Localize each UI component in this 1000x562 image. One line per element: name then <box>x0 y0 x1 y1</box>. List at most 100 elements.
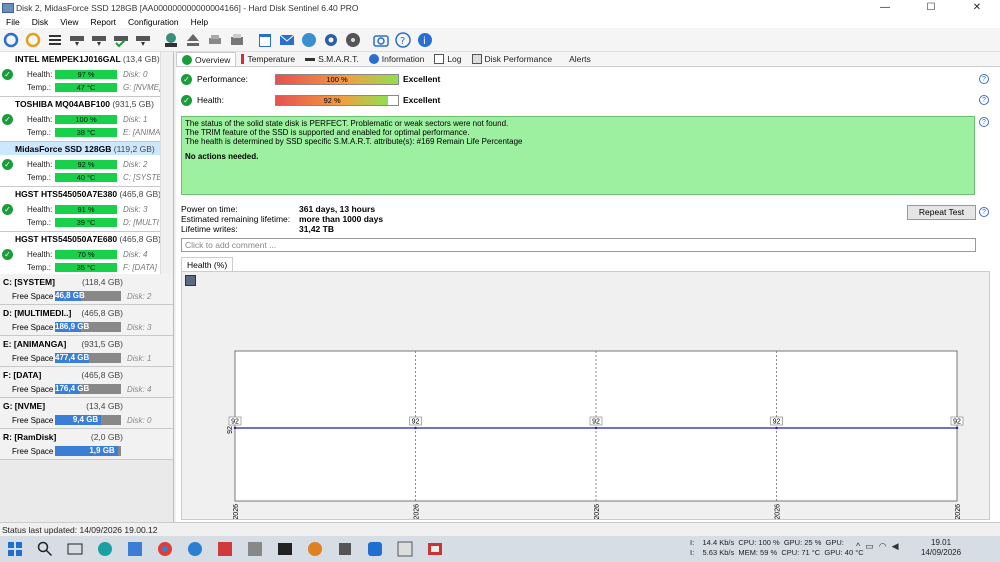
task-view-icon[interactable] <box>65 540 85 558</box>
menu-report[interactable]: Report <box>85 17 123 27</box>
help-icon[interactable]: ? <box>979 207 989 217</box>
volume-entry[interactable]: E: [ANIMANGA] (931,5 GB) Free Space 477,4 … <box>0 336 173 367</box>
clock[interactable]: 19.01 14/09/2026 <box>921 538 961 558</box>
refresh-icon[interactable] <box>2 31 20 49</box>
app-taskbar-icon[interactable] <box>305 540 325 558</box>
gear-icon[interactable] <box>322 31 340 49</box>
chrome-icon[interactable] <box>155 540 175 558</box>
minimize-button[interactable]: — <box>862 0 908 15</box>
calendar-icon[interactable] <box>256 31 274 49</box>
app-taskbar-icon[interactable] <box>365 540 385 558</box>
wifi-icon[interactable]: ◠ <box>879 541 887 552</box>
health-label: Health: <box>27 160 53 169</box>
disk-entry[interactable]: INTEL MEMPEK1J016GAL (13,4 GB) ✓ Health:… <box>0 52 160 97</box>
free-space-bar: 1,9 GB <box>55 446 121 456</box>
menu-help[interactable]: Help <box>185 17 214 27</box>
toolbar: ? i <box>0 28 1000 52</box>
temp-label: Temp.: <box>27 83 52 92</box>
close-button[interactable]: ✕ <box>954 0 1000 15</box>
tab-log[interactable]: Log <box>429 52 466 66</box>
app-taskbar-icon[interactable] <box>95 540 115 558</box>
disk-list: INTEL MEMPEK1J016GAL (13,4 GB) ✓ Health:… <box>0 52 160 274</box>
disk-entry[interactable]: HGST HTS545050A7E680 (465,8 GB) ✓ Health… <box>0 232 160 274</box>
tab-alerts[interactable]: Alerts <box>557 52 596 66</box>
disk-entry[interactable]: HGST HTS545050A7E380 (465,8 GB) ✓ Health… <box>0 187 160 232</box>
help-icon[interactable]: ? <box>394 31 412 49</box>
disk-index: Disk: 2 <box>123 160 148 169</box>
surface-test-icon[interactable] <box>90 31 108 49</box>
power-on-label: Power on time: <box>181 204 238 214</box>
disk-index: Disk: 0 <box>123 70 148 79</box>
comment-input[interactable]: Click to add comment ... <box>181 238 976 252</box>
smart-icon <box>305 57 316 61</box>
tab-overview[interactable]: Overview <box>176 52 237 66</box>
data-point <box>775 426 778 430</box>
hard-disk-sentinel-taskbar-icon[interactable] <box>425 540 445 558</box>
system-tray: ^ ▭ ◠ ◀ <box>856 541 899 552</box>
app-taskbar-icon[interactable] <box>215 540 235 558</box>
help-icon[interactable]: ? <box>979 95 989 105</box>
app-taskbar-icon[interactable] <box>335 540 355 558</box>
refresh-all-icon[interactable] <box>24 31 42 49</box>
info-icon <box>368 54 379 64</box>
volume-entry[interactable]: R: [RamDisk] (2,0 GB) Free Space 1,9 GB <box>0 429 173 460</box>
volume-entry[interactable]: D: [MULTIMEDI..] (465,8 GB) Free Space 186… <box>0 305 173 336</box>
status-bar: Status last updated: 14/09/2026 19.00.12 <box>0 522 1000 536</box>
windows-start-icon[interactable] <box>5 540 25 558</box>
email-icon[interactable] <box>278 31 296 49</box>
disk-test-icon[interactable] <box>68 31 86 49</box>
report-icon[interactable] <box>228 31 246 49</box>
tools-icon[interactable] <box>206 31 224 49</box>
tab-disk-performance[interactable]: Disk Performance <box>467 52 558 66</box>
help-icon[interactable]: ? <box>979 117 989 127</box>
alert-icon <box>562 54 566 64</box>
tab-smart[interactable]: S.M.A.R.T. <box>300 52 364 66</box>
cpu-temp: CPU: 71 °C <box>781 548 821 557</box>
app-taskbar-icon[interactable] <box>395 540 415 558</box>
repeat-test-button[interactable]: Repeat Test <box>907 205 976 220</box>
disk-entry-selected[interactable]: MidasForce SSD 128GB (119,2 GB) ✓ Health… <box>0 142 160 187</box>
disk-list-icon[interactable] <box>46 31 64 49</box>
chart-tab-health[interactable]: Health (%) <box>181 257 234 272</box>
volume-name: F: [DATA] <box>3 370 42 380</box>
app-taskbar-icon[interactable] <box>125 540 145 558</box>
info-icon[interactable]: i <box>416 31 434 49</box>
network-icon[interactable] <box>300 31 318 49</box>
eject-icon[interactable] <box>184 31 202 49</box>
camera-icon[interactable] <box>372 31 390 49</box>
terminal-icon[interactable] <box>275 540 295 558</box>
volume-entry[interactable]: G: [NVME] (13,4 GB) Free Space 9,4 GB Disk:… <box>0 398 173 429</box>
app-icon <box>2 2 14 13</box>
check-disk-icon[interactable] <box>112 31 130 49</box>
help-icon[interactable]: ? <box>979 74 989 84</box>
disk-list-scrollbar[interactable] <box>160 52 173 274</box>
search-icon[interactable] <box>35 540 55 558</box>
menu-file[interactable]: File <box>0 17 26 27</box>
menu-disk[interactable]: Disk <box>26 17 55 27</box>
health-rating: Excellent <box>403 95 441 105</box>
disk-name: TOSHIBA MQ04ABF100 (931,5 GB) <box>15 99 154 109</box>
disk-control-icon[interactable] <box>344 31 362 49</box>
health-label: Health: <box>27 70 53 79</box>
display-icon[interactable]: ▭ <box>865 541 874 552</box>
chevron-up-icon[interactable]: ^ <box>856 541 860 552</box>
menu-configuration[interactable]: Configuration <box>122 17 185 27</box>
disk-stats: Power on time: 361 days, 13 hours Estimat… <box>181 204 383 234</box>
check-icon: ✓ <box>2 114 13 125</box>
app-taskbar-icon[interactable] <box>245 540 265 558</box>
tab-temperature[interactable]: Temperature <box>236 52 300 66</box>
maximize-button[interactable]: ☐ <box>908 0 954 15</box>
disk-index: Disk: 3 <box>123 205 148 214</box>
volume-entry[interactable]: F: [DATA] (465,8 GB) Free Space 176,4 GB Di… <box>0 367 173 398</box>
y-axis-label: 92 <box>227 426 234 434</box>
volume-entry[interactable]: C: [SYSTEM] (118,4 GB) Free Space 46,8 GB D… <box>0 274 173 305</box>
thermometer-icon <box>241 54 245 64</box>
app-taskbar-icon[interactable] <box>185 540 205 558</box>
volume-icon[interactable]: ◀ <box>892 541 899 552</box>
tab-information[interactable]: Information <box>364 52 430 66</box>
menu-view[interactable]: View <box>54 17 84 27</box>
health-bar: 92 % <box>55 160 117 169</box>
disk-settings-icon[interactable] <box>134 31 152 49</box>
backup-icon[interactable] <box>162 31 180 49</box>
disk-entry[interactable]: TOSHIBA MQ04ABF100 (931,5 GB) ✓ Health: 1… <box>0 97 160 142</box>
